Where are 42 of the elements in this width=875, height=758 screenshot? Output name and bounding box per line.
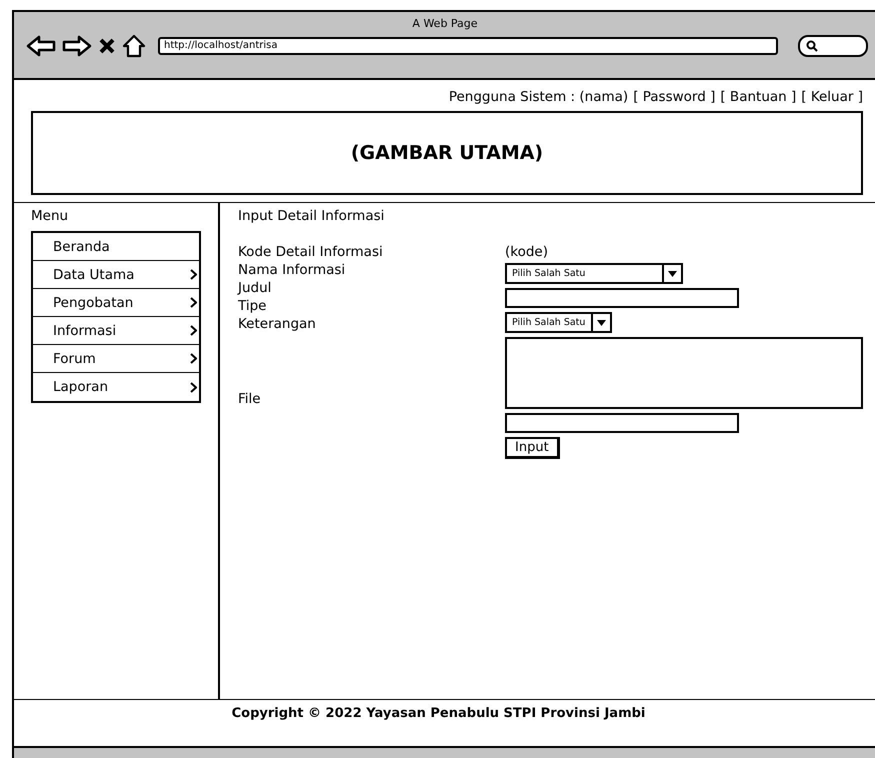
address-field[interactable]: http://localhost/antrisa — [158, 37, 778, 55]
caret-icon — [597, 320, 606, 326]
menu-item[interactable]: Laporan — [33, 373, 199, 401]
field-label: Judul — [238, 279, 272, 297]
dropdown[interactable]: Pilih Salah Satu — [505, 312, 612, 333]
code-value: (kode) — [505, 245, 548, 259]
banner-image: (GAMBAR UTAMA) — [31, 111, 863, 195]
menu-item[interactable]: Data Utama — [33, 261, 199, 289]
nav-link[interactable]: [ Keluar ] — [801, 89, 863, 105]
form-title: Input Detail Informasi — [238, 208, 386, 224]
field-label: File — [238, 390, 262, 408]
chevron-icon — [190, 353, 197, 364]
field-label: Keterangan — [238, 315, 317, 333]
footer-text: Copyright © 2022 Yayasan Penabulu STPI Provinsi Jambi — [230, 705, 646, 721]
back-icon[interactable] — [26, 35, 56, 57]
window-title: A Web Page — [411, 16, 479, 30]
search-field[interactable] — [798, 35, 868, 57]
chevron-icon — [190, 269, 197, 280]
caret-icon — [668, 270, 677, 276]
chevron-icon — [190, 325, 197, 336]
input-field[interactable] — [505, 413, 739, 433]
user-label: Pengguna Sistem : (nama) — [448, 89, 628, 105]
search-icon — [806, 40, 818, 52]
menu-item[interactable]: Pengobatan — [33, 289, 199, 317]
field-label: Tipe — [238, 297, 268, 315]
input-button[interactable]: Input — [505, 437, 560, 459]
chevron-icon — [190, 297, 197, 308]
input-field[interactable] — [505, 288, 739, 308]
menu-title: Menu — [31, 208, 70, 224]
close-icon[interactable] — [98, 37, 116, 55]
field-label: Nama Informasi — [238, 261, 346, 279]
nav-link[interactable]: [ Password ] — [633, 89, 716, 105]
home-icon[interactable] — [122, 34, 146, 58]
chevron-icon — [190, 382, 197, 392]
menu-item[interactable]: Informasi — [33, 317, 199, 345]
field-label: Kode Detail Informasi — [238, 243, 384, 261]
dropdown[interactable]: Pilih Salah Satu — [505, 263, 683, 284]
nav-link[interactable]: [ Bantuan ] — [720, 89, 796, 105]
menu-item[interactable]: Forum — [33, 345, 199, 373]
text-area[interactable] — [505, 337, 863, 409]
menu-item[interactable]: Beranda — [33, 233, 199, 261]
forward-icon[interactable] — [62, 35, 92, 57]
